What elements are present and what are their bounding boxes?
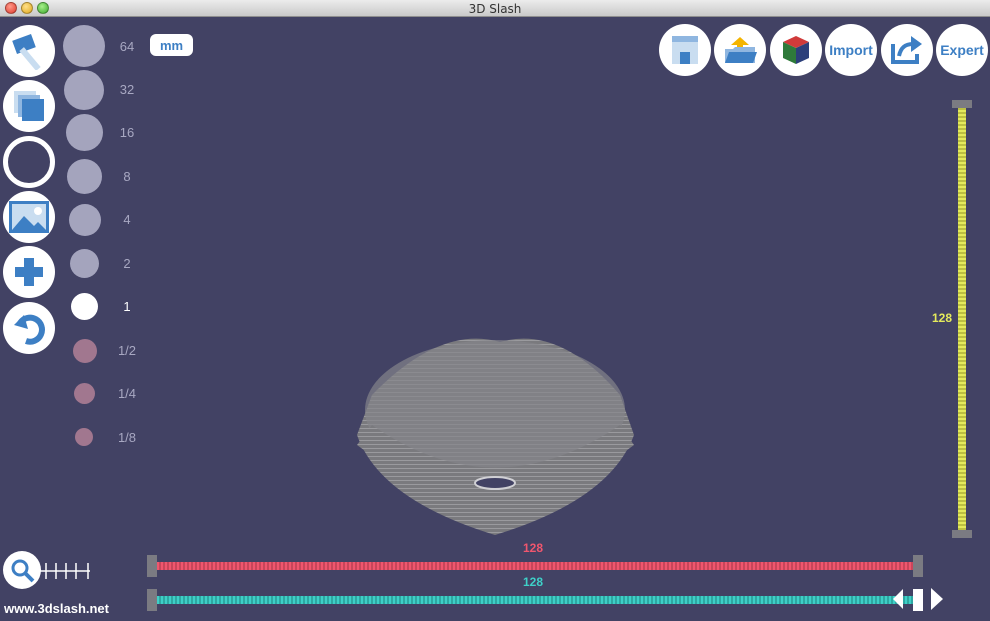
size-dot-2[interactable] (70, 249, 99, 278)
share-icon (891, 36, 922, 64)
title-bar: 3D Slash (0, 0, 990, 17)
rotate-arrows (893, 588, 943, 610)
size-label-64: 64 (119, 39, 135, 54)
cyan-slider-value: 128 (522, 575, 544, 589)
red-slider-right-handle[interactable] (913, 555, 923, 577)
size-dot-eighth[interactable] (75, 428, 93, 446)
undo-tool-button[interactable] (3, 302, 55, 354)
viewport[interactable] (150, 80, 940, 540)
cube-layers-icon (14, 91, 44, 121)
cyan-slider-track (153, 596, 917, 604)
import-button[interactable]: Import (825, 24, 877, 76)
size-dot-64[interactable] (63, 25, 105, 67)
magnifier-icon (11, 559, 35, 583)
size-label-half: 1/2 (117, 343, 137, 358)
size-label-quarter: 1/4 (117, 386, 137, 401)
website-link[interactable]: www.3dslash.net (4, 601, 109, 616)
plus-icon (15, 258, 43, 286)
color-button[interactable] (770, 24, 822, 76)
size-label-32: 32 (119, 82, 135, 97)
expert-button[interactable]: Expert (936, 24, 988, 76)
cyan-slider-left-handle[interactable] (147, 589, 157, 611)
open-button[interactable] (714, 24, 766, 76)
hammer-tool-button[interactable] (3, 25, 55, 77)
save-button[interactable] (659, 24, 711, 76)
rotate-left-icon[interactable] (893, 589, 903, 609)
open-folder-icon (725, 37, 757, 63)
color-cube-icon (783, 36, 809, 64)
red-slider-track (153, 562, 917, 570)
undo-icon (14, 314, 45, 345)
add-tool-button[interactable] (3, 246, 55, 298)
hammer-icon (12, 34, 41, 70)
window-title: 3D Slash (468, 2, 522, 16)
red-slider-left-handle[interactable] (147, 555, 157, 577)
vertical-slider-top-handle[interactable] (952, 100, 972, 108)
size-dot-half[interactable] (73, 339, 97, 363)
size-dot-8[interactable] (67, 159, 102, 194)
size-dot-32[interactable] (64, 70, 104, 110)
size-label-2: 2 (123, 256, 131, 271)
size-dot-4[interactable] (69, 204, 101, 236)
bowl-model[interactable] (150, 80, 940, 540)
vertical-slider-value: 128 (931, 311, 953, 325)
size-label-16: 16 (119, 125, 135, 140)
circle-tool-button[interactable] (3, 136, 55, 188)
size-dot-1[interactable] (71, 293, 98, 320)
size-dot-16[interactable] (66, 114, 103, 151)
save-icon (672, 36, 698, 64)
share-button[interactable] (881, 24, 933, 76)
cube-layers-tool-button[interactable] (3, 80, 55, 132)
size-dot-quarter[interactable] (74, 383, 95, 404)
size-label-1: 1 (123, 299, 131, 314)
cyan-slider[interactable] (147, 589, 923, 611)
size-label-8: 8 (123, 169, 131, 184)
zoom-scale[interactable] (40, 561, 92, 581)
size-label-eighth: 1/8 (117, 430, 137, 445)
size-label-4: 4 (123, 212, 131, 227)
zoom-button[interactable] (3, 551, 41, 589)
vertical-slider-bottom-handle[interactable] (952, 530, 972, 538)
image-tool-button[interactable] (3, 191, 55, 243)
red-slider-value: 128 (522, 541, 544, 555)
rotate-right-icon[interactable] (931, 588, 943, 610)
red-slider[interactable] (147, 555, 923, 577)
unit-toggle-button[interactable]: mm (150, 34, 193, 56)
image-icon (9, 201, 49, 233)
